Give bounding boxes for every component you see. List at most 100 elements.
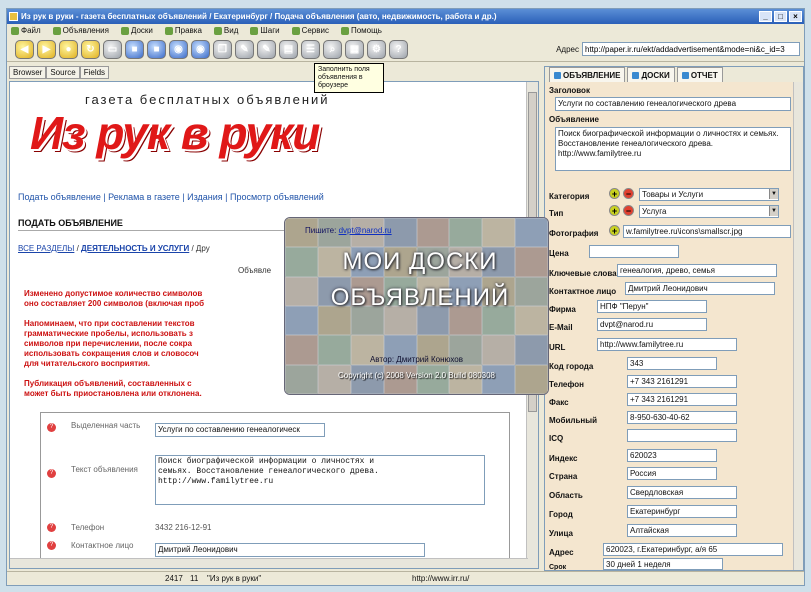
text-textarea[interactable]: Поиск биографической информации о личнос… [155,455,485,505]
region-input[interactable]: Свердловская [627,486,737,499]
menu-ads[interactable]: Объявления [52,24,109,38]
contact-person-label: Контактное лицо [549,287,617,296]
chevron-down-icon[interactable]: ▼ [769,206,778,216]
mobile-input[interactable]: 8-950-630-40-62 [627,411,737,424]
boards-icon [120,27,129,35]
firm-input[interactable]: НПФ "Перун" [597,300,707,313]
address-input[interactable]: 620023, г.Екатеринбург, а/я 65 [603,543,783,556]
index-input[interactable]: 620023 [627,449,717,462]
search-icon[interactable]: ⌕ [323,40,342,59]
file-icon [11,27,19,35]
menu-edit[interactable]: Правка [164,24,202,38]
country-input[interactable]: Россия [627,467,717,480]
menu-file[interactable]: Файл [11,24,41,38]
address-label: Адрес [556,44,579,54]
fill-form-icon[interactable]: ✎ [235,40,254,59]
url-input[interactable]: http://www.familytree.ru [597,338,737,351]
highlight-input[interactable]: Услуги по составлению генеалогическ [155,423,325,437]
city-input[interactable]: Екатеринбург [627,505,737,518]
add-category-icon[interactable]: + [609,188,620,199]
settings-icon[interactable]: ⚙ [367,40,386,59]
header-input[interactable]: Услуги по составлению генеалогического д… [555,97,791,111]
refresh-icon[interactable]: ↻ [81,40,100,59]
price-input[interactable] [589,245,679,258]
ad-form: ? Выделенная часть Услуги по составлению… [40,412,510,562]
warning-line: грамматические пробелы, использовать з [24,329,193,338]
remove-category-icon[interactable]: − [623,188,634,199]
report-tab-icon [681,71,689,79]
remove-type-icon[interactable]: − [623,205,634,216]
term-select[interactable]: 30 дней 1 неделя [603,558,723,570]
splash-email-link[interactable]: dvpt@narod.ru [339,226,392,235]
ad-text-input[interactable]: Поиск биографической информации о личнос… [555,127,791,171]
tab-ad[interactable]: ОБЪЯВЛЕНИЕ [549,67,626,82]
site-logo[interactable]: Из рук в руки [30,106,320,160]
contact-person-input[interactable]: Дмитрий Леонидович [625,282,775,295]
splash-title-line1: МОИ ДОСКИ [342,248,498,275]
tab-boards[interactable]: ДОСКИ [627,67,675,82]
menu-service[interactable]: Сервис [291,24,329,38]
required-icon: ? [47,541,56,550]
tab-fields[interactable]: Fields [79,66,110,79]
globe-icon[interactable]: ◉ [169,40,188,59]
ad-tab-icon [554,71,561,79]
save-icon[interactable]: ■ [125,40,144,59]
close-button[interactable]: × [789,11,802,22]
maximize-button[interactable]: □ [774,11,787,22]
site-nav[interactable]: Подать объявление | Реклама в газете | И… [18,192,324,202]
page-icon[interactable]: ▤ [279,40,298,59]
warning-publication: Публикация объявлений, составленных с мо… [24,379,324,399]
tab-browser[interactable]: Browser [9,66,47,79]
required-icon: ? [47,423,56,432]
address-input[interactable] [582,42,800,56]
menu-view[interactable]: Вид [213,24,238,38]
service-icon [291,27,300,35]
price-label: Цена [549,249,569,258]
icq-input[interactable] [627,429,737,442]
steps-icon [250,27,259,35]
help-question-icon[interactable]: ? [389,40,408,59]
menu-boards[interactable]: Доски [120,24,153,38]
report-icon[interactable]: ▦ [345,40,364,59]
forward-icon[interactable]: ▶ [37,40,56,59]
address-label: Адрес [549,548,574,557]
breadcrumb-active[interactable]: ДЕЯТЕЛЬНОСТЬ И УСЛУГИ [81,244,189,253]
keywords-input[interactable]: генеалогия, древо, семья [617,264,777,277]
menu-steps[interactable]: Шаги [250,24,280,38]
citycode-input[interactable]: 343 [627,357,717,370]
globe-alt-icon[interactable]: ◉ [191,40,210,59]
street-input[interactable]: Алтайская [627,524,737,537]
fax-input[interactable]: +7 343 2161291 [627,393,737,406]
category-select[interactable]: Товары и Услуги ▼ [639,188,779,201]
type-select[interactable]: Услуга ▼ [639,205,779,218]
save-as-icon[interactable]: ■ [147,40,166,59]
contact-input[interactable]: Дмитрий Леонидович [155,543,425,557]
tab-report[interactable]: ОТЧЕТ [676,67,723,82]
list-icon[interactable]: ☰ [301,40,320,59]
chevron-down-icon[interactable]: ▼ [769,189,778,199]
open-icon[interactable]: ▭ [103,40,122,59]
add-photo-icon[interactable]: + [609,225,620,236]
breadcrumb-rest: / Дру [189,244,210,253]
citycode-label: Код города [549,362,594,371]
boards-tab-icon [632,71,640,79]
stop-icon[interactable]: ● [59,40,78,59]
app-icon [9,12,18,21]
window-title: Из рук в руки - газета бесплатных объявл… [21,12,497,21]
status-site: "Из рук в руки" [207,574,262,583]
menu-help[interactable]: Помощь [340,24,382,38]
breadcrumb-all[interactable]: ВСЕ РАЗДЕЛЫ [18,244,74,253]
ad-text-label: Объявление [549,115,599,124]
horizontal-scrollbar[interactable] [10,558,528,568]
email-input[interactable]: dvpt@narod.ru [597,318,707,331]
panel-scrollbar[interactable] [793,82,803,570]
photo-input[interactable]: w.familytree.ru\icons\smallscr.jpg [623,225,791,238]
edit-doc-icon[interactable]: ✎ [257,40,276,59]
minimize-button[interactable]: _ [759,11,772,22]
add-type-icon[interactable]: + [609,205,620,216]
copy-icon[interactable]: ❐ [213,40,232,59]
photo-label: Фотография [549,229,599,238]
tab-source[interactable]: Source [46,66,80,79]
phone-input[interactable]: +7 343 2161291 [627,375,737,388]
back-icon[interactable]: ◀ [15,40,34,59]
